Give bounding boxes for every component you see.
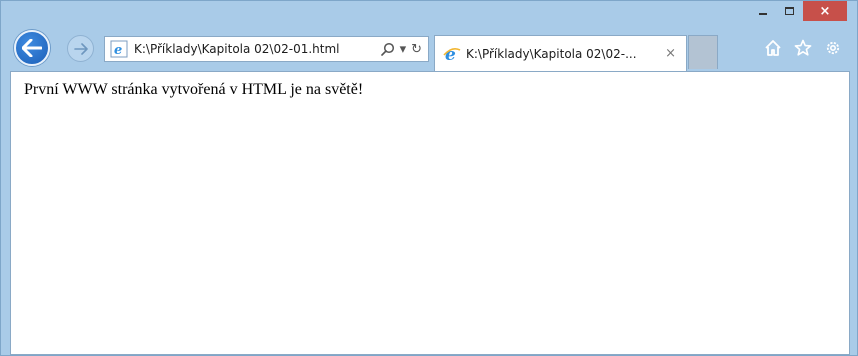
tab-close-icon[interactable]: ×	[665, 46, 676, 61]
gear-icon[interactable]	[823, 38, 843, 58]
forward-button[interactable]	[67, 35, 94, 62]
back-button[interactable]	[14, 30, 50, 66]
address-bar[interactable]: e K:\Příklady\Kapitola 02\02-01.html ▾ ↻	[104, 36, 429, 62]
close-button[interactable]: ×	[803, 1, 847, 21]
tab-active[interactable]: e K:\Příklady\Kapitola 02\02-... ×	[434, 35, 687, 71]
maximize-button[interactable]	[776, 1, 803, 21]
address-url[interactable]: K:\Příklady\Kapitola 02\02-01.html	[134, 42, 381, 56]
home-icon[interactable]	[763, 38, 783, 58]
tab-title: K:\Příklady\Kapitola 02\02-...	[466, 46, 637, 61]
ie-page-icon: e	[108, 38, 130, 60]
window-controls: ×	[749, 1, 847, 23]
star-icon[interactable]	[793, 38, 813, 58]
right-toolbar	[763, 38, 843, 58]
browser-window: × e K:\Příklady\Kapitola 02\02-01.html ▾	[0, 0, 858, 356]
minimize-icon	[758, 13, 767, 15]
address-dropdown-icon[interactable]: ▾	[400, 41, 407, 57]
new-tab-button[interactable]	[688, 35, 718, 69]
page-content: První WWW stránka vytvořená v HTML je na…	[10, 71, 850, 355]
minimize-button[interactable]	[749, 1, 776, 21]
ie-logo-icon: e	[443, 45, 461, 63]
refresh-icon[interactable]: ↻	[411, 41, 422, 57]
forward-arrow-icon	[73, 42, 88, 55]
search-icon[interactable]	[380, 42, 395, 56]
svg-text:e: e	[445, 45, 456, 63]
maximize-icon	[785, 7, 794, 15]
address-tools: ▾ ↻	[380, 41, 422, 57]
back-arrow-icon	[22, 39, 42, 57]
close-icon: ×	[819, 3, 831, 19]
page-body-text: První WWW stránka vytvořená v HTML je na…	[24, 81, 364, 98]
svg-text:e: e	[114, 43, 122, 58]
